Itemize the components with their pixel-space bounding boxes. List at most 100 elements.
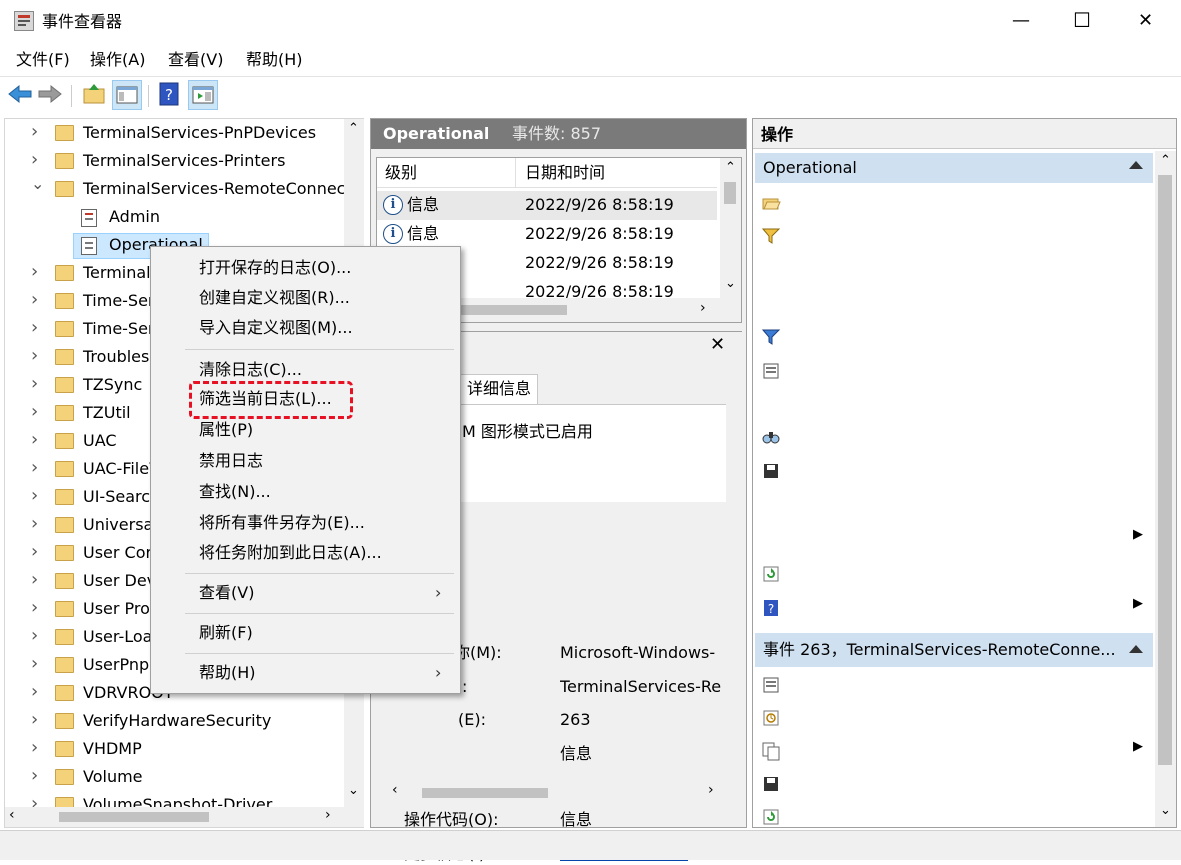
menu-properties[interactable]: 属性(P) [199, 419, 253, 441]
chevron-right-icon[interactable]: › [31, 149, 38, 170]
action-item[interactable] [753, 700, 1153, 733]
action-item[interactable] [753, 766, 1153, 799]
action-item[interactable] [753, 386, 1153, 419]
tab-details[interactable]: 详细信息 [460, 374, 538, 404]
close-detail-icon[interactable]: ✕ [710, 334, 725, 356]
action-item[interactable] [753, 667, 1153, 700]
column-datetime[interactable]: 日期和时间 [525, 162, 605, 184]
scroll-thumb[interactable] [457, 305, 567, 315]
table-row[interactable]: i 信息 2022/9/26 8:58:19 [377, 220, 717, 249]
menu-action[interactable]: 操作(A) [90, 49, 145, 71]
scroll-right-icon[interactable]: › [325, 807, 331, 823]
action-item[interactable] [753, 184, 1153, 217]
action-item[interactable]: ▶ [753, 733, 1153, 766]
chevron-right-icon[interactable]: › [31, 261, 38, 282]
chevron-right-icon[interactable]: › [31, 121, 38, 142]
action-item[interactable] [753, 286, 1153, 319]
action-item[interactable] [753, 453, 1153, 486]
scroll-left-icon[interactable]: ‹ [9, 807, 15, 823]
action-item[interactable] [753, 353, 1153, 386]
chevron-right-icon[interactable]: › [31, 513, 38, 534]
chevron-right-icon[interactable]: › [31, 289, 38, 310]
maximize-button[interactable]: ☐ [1073, 9, 1091, 31]
scroll-down-icon[interactable]: ⌄ [348, 783, 359, 798]
tree-item[interactable]: › TerminalServices-Printers [5, 148, 345, 176]
tree-hscrollbar[interactable]: ‹ › [5, 807, 364, 827]
show-tree-icon[interactable] [112, 80, 142, 110]
chevron-right-icon[interactable]: › [31, 653, 38, 674]
menu-import-custom-view[interactable]: 导入自定义视图(M)... [199, 317, 353, 339]
menu-help[interactable]: 帮助(H) [199, 662, 256, 684]
menu-view[interactable]: 查看(V) [168, 49, 223, 71]
menu-view[interactable]: 查看(V) [199, 582, 254, 604]
tree-item[interactable]: Admin [5, 204, 345, 232]
scroll-down-icon[interactable]: ⌄ [1160, 803, 1171, 818]
scroll-up-icon[interactable]: ⌃ [348, 121, 359, 136]
chevron-right-icon[interactable]: › [31, 401, 38, 422]
help-icon[interactable]: ? [155, 80, 185, 110]
column-level[interactable]: 级别 [385, 162, 417, 184]
menu-disable-log[interactable]: 禁用日志 [199, 450, 263, 472]
minimize-button[interactable]: — [1012, 10, 1030, 32]
action-item[interactable] [753, 218, 1153, 251]
scroll-right-icon[interactable]: › [708, 782, 714, 798]
tree-item[interactable]: ⌄ TerminalServices-RemoteConnec [5, 174, 345, 204]
menu-clear-log[interactable]: 清除日志(C)... [199, 359, 302, 381]
action-item[interactable]: ▶ [753, 521, 1153, 554]
menu-open-saved-log[interactable]: 打开保存的日志(O)... [199, 257, 351, 279]
section-operational[interactable]: Operational [755, 153, 1153, 183]
scroll-down-icon[interactable]: ⌄ [725, 276, 736, 291]
folder-up-icon[interactable] [80, 80, 110, 110]
chevron-down-icon[interactable]: ⌄ [31, 174, 44, 193]
action-item[interactable] [753, 251, 1153, 284]
chevron-right-icon[interactable]: › [31, 597, 38, 618]
action-item[interactable] [753, 799, 1153, 832]
collapse-icon[interactable] [1129, 161, 1143, 169]
chevron-right-icon[interactable]: › [31, 569, 38, 590]
chevron-right-icon[interactable]: › [31, 765, 38, 786]
chevron-right-icon[interactable]: › [31, 373, 38, 394]
action-item[interactable]: ? ▶ [753, 590, 1153, 623]
action-item[interactable] [753, 420, 1153, 453]
menu-help[interactable]: 帮助(H) [246, 49, 303, 71]
scroll-thumb[interactable] [59, 812, 209, 822]
tree-item[interactable]: › VHDMP [5, 736, 345, 764]
chevron-right-icon[interactable]: › [31, 681, 38, 702]
chevron-right-icon[interactable]: › [31, 485, 38, 506]
action-item[interactable] [753, 486, 1153, 519]
chevron-right-icon[interactable]: › [31, 345, 38, 366]
forward-icon[interactable] [36, 80, 66, 110]
menu-find[interactable]: 查找(N)... [199, 481, 271, 503]
detail-hscrollbar[interactable]: ‹ › [386, 780, 726, 806]
chevron-right-icon[interactable]: › [31, 317, 38, 338]
chevron-right-icon[interactable]: › [31, 429, 38, 450]
chevron-right-icon[interactable]: › [31, 709, 38, 730]
scroll-thumb[interactable] [1158, 175, 1172, 765]
chevron-right-icon[interactable]: › [31, 541, 38, 562]
menu-refresh[interactable]: 刷新(F) [199, 622, 253, 644]
chevron-right-icon[interactable]: › [31, 457, 38, 478]
menu-create-custom-view[interactable]: 创建自定义视图(R)... [199, 287, 350, 309]
menu-file[interactable]: 文件(F) [16, 49, 70, 71]
scroll-up-icon[interactable]: ⌃ [725, 160, 736, 175]
tree-item[interactable]: › Volume [5, 764, 345, 792]
tree-item[interactable]: › VerifyHardwareSecurity [5, 708, 345, 736]
action-item[interactable] [753, 319, 1153, 352]
scroll-thumb[interactable] [422, 788, 548, 798]
scroll-thumb[interactable] [724, 182, 736, 204]
scroll-up-icon[interactable]: ⌃ [1160, 153, 1171, 168]
actions-vscrollbar[interactable]: ⌃ ⌄ [1155, 151, 1176, 827]
close-button[interactable]: ✕ [1138, 10, 1153, 32]
collapse-icon[interactable] [1129, 645, 1143, 653]
event-vscrollbar[interactable]: ⌃ ⌄ [720, 158, 741, 298]
back-icon[interactable] [6, 80, 36, 110]
chevron-right-icon[interactable]: › [31, 625, 38, 646]
table-row[interactable]: i 信息 2022/9/26 8:58:19 [377, 191, 717, 220]
scroll-left-icon[interactable]: ‹ [392, 782, 398, 798]
menu-attach-task[interactable]: 将任务附加到此日志(A)... [199, 542, 382, 564]
action-item[interactable] [753, 556, 1153, 589]
tree-item[interactable]: › TerminalServices-PnPDevices [5, 120, 345, 148]
chevron-right-icon[interactable]: › [31, 737, 38, 758]
show-action-pane-icon[interactable] [188, 80, 218, 110]
section-event[interactable]: 事件 263，TerminalServices-RemoteConne... [755, 633, 1153, 667]
